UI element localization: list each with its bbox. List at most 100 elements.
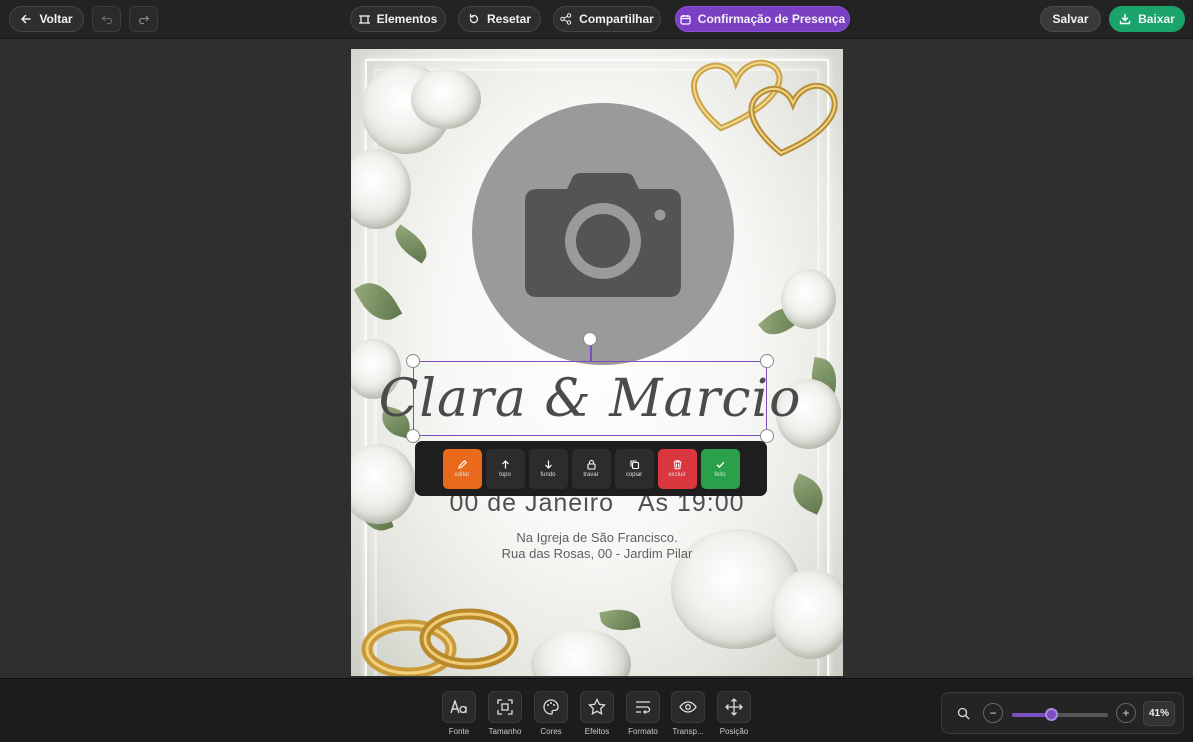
lock-label: travar [583,472,599,478]
effects-tool-button[interactable] [580,691,614,723]
share-button[interactable]: Compartilhar [553,6,661,32]
rose-decoration [771,569,843,659]
format-tool-label: Formato [628,727,658,736]
zoom-value[interactable]: 41% [1143,701,1175,726]
share-icon [560,13,572,25]
effects-tool[interactable]: Efeitos [580,691,614,736]
zoom-in-button[interactable]: + [1116,703,1136,723]
palette-icon [543,699,559,715]
calendar-icon [680,14,691,25]
share-label: Compartilhar [579,12,654,26]
elements-button[interactable]: Elementos [350,6,446,32]
position-tool-button[interactable] [717,691,751,723]
done-button[interactable]: feito [700,448,740,489]
star-icon [588,698,606,716]
resize-icon [497,699,513,715]
save-label: Salvar [1052,12,1089,26]
lock-icon [586,459,596,470]
delete-button[interactable]: excluir [657,448,697,489]
photo-placeholder[interactable] [472,103,734,365]
elements-icon [358,14,370,24]
font-icon [450,700,467,714]
colors-tool-button[interactable] [534,691,568,723]
couple-names-text[interactable]: Clara & Marcio [379,361,800,436]
elements-label: Elementos [376,12,438,26]
edit-label: editar [454,472,470,478]
redo-icon [138,15,149,25]
zoom-search-button[interactable] [953,703,973,723]
search-icon [957,707,969,719]
undo-icon [101,15,112,25]
transparency-tool[interactable]: Transp... [671,691,705,736]
rotate-handle[interactable] [583,332,597,346]
undo-button[interactable] [92,6,121,32]
resize-handle-top-left[interactable] [406,354,420,368]
position-tool-label: Posição [719,727,749,736]
arrow-left-icon [21,14,32,24]
transparency-tool-button[interactable] [671,691,705,723]
download-icon [1119,13,1131,25]
size-tool[interactable]: Tamanho [488,691,522,736]
copy-icon [629,460,639,470]
event-address-text[interactable]: Na Igreja de São Francisco. Rua das Rosa… [351,530,843,562]
size-tool-button[interactable] [488,691,522,723]
pencil-icon [457,460,467,469]
bring-to-top-button[interactable]: topo [485,448,525,489]
resize-handle-top-right[interactable] [760,354,774,368]
colors-tool-label: Cores [540,727,562,736]
zoom-out-button[interactable]: − [983,703,1003,723]
address-line-1: Na Igreja de São Francisco. [516,530,678,545]
download-button[interactable]: Baixar [1109,6,1185,32]
move-icon [725,698,743,716]
zoom-control: − + 41% [941,692,1184,734]
element-toolbar: editar topo fundo travar copiar excluir … [415,441,767,496]
trash-icon [673,460,681,470]
save-button[interactable]: Salvar [1040,6,1101,32]
reset-icon [469,13,479,24]
rose-decoration [411,69,481,129]
bottom-label: fundo [540,472,556,478]
size-tool-label: Tamanho [488,727,522,736]
text-wrap-icon [636,701,651,714]
top-label: topo [499,472,511,478]
copy-label: copiar [625,472,643,478]
colors-tool[interactable]: Cores [534,691,568,736]
back-button[interactable]: Voltar [9,6,84,32]
font-tool-button[interactable] [442,691,476,723]
rotation-line [590,346,592,361]
send-to-bottom-button[interactable]: fundo [528,448,568,489]
camera-icon [525,173,681,297]
rose-decoration [781,269,836,329]
effects-tool-label: Efeitos [584,727,610,736]
format-tool-button[interactable] [626,691,660,723]
invitation-canvas[interactable]: Clara & Marcio 00 de Janeiro Às 19:00 Na… [351,49,843,676]
copy-button[interactable]: copiar [614,448,654,489]
golden-rings-decoration [361,608,519,676]
arrow-up-icon [501,460,509,469]
golden-hearts-decoration [691,59,838,157]
eye-icon [679,701,697,713]
arrow-down-icon [544,460,552,469]
reset-label: Resetar [486,12,532,26]
rsvp-button[interactable]: Confirmação de Presença [675,6,850,32]
lock-button[interactable]: travar [571,448,611,489]
back-label: Voltar [39,12,73,26]
transparency-tool-label: Transp... [672,727,704,736]
edit-button[interactable]: editar [442,448,482,489]
format-tool[interactable]: Formato [626,691,660,736]
zoom-slider-knob[interactable] [1045,708,1058,721]
font-tool[interactable]: Fonte [442,691,476,736]
redo-button[interactable] [129,6,158,32]
rsvp-label: Confirmação de Presença [697,12,846,26]
zoom-slider[interactable] [1012,708,1108,721]
download-label: Baixar [1138,12,1175,26]
delete-label: excluir [668,472,686,478]
top-toolbar: Voltar Elementos Resetar Compartilhar Co… [0,0,1193,39]
reset-button[interactable]: Resetar [458,6,541,32]
address-line-2: Rua das Rosas, 00 - Jardim Pilar [501,546,693,561]
done-label: feito [714,472,726,478]
position-tool[interactable]: Posição [717,691,751,736]
check-icon [716,461,725,469]
bottom-toolbar: Fonte Tamanho Cores Efeitos Formato Tran… [0,678,1193,742]
font-tool-label: Fonte [448,727,470,736]
